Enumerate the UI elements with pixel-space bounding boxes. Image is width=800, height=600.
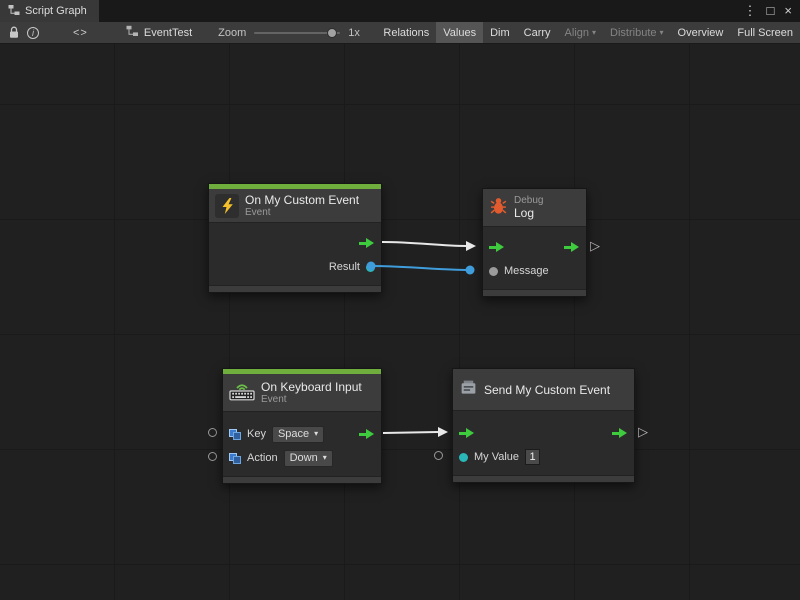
window-tab-bar: Script Graph ⋮ □ ×	[0, 0, 800, 22]
action-port-label: Action	[247, 452, 278, 464]
info-icon[interactable]: i	[23, 27, 43, 39]
graph-breadcrumb-icon	[126, 25, 139, 40]
node-title: Send My Custom Event	[484, 383, 610, 397]
code-view-icon[interactable]: <>	[69, 27, 92, 39]
key-dropdown[interactable]: Space ▾	[272, 426, 324, 443]
node-footer	[209, 285, 381, 292]
align-button[interactable]: Align ▾	[558, 22, 603, 43]
lock-icon[interactable]	[5, 26, 23, 39]
my-value-input[interactable]	[525, 449, 540, 465]
zoom-slider-knob[interactable]	[327, 28, 337, 38]
message-value-port[interactable]	[489, 267, 498, 276]
node-header[interactable]: On Keyboard Input Event	[223, 374, 381, 412]
toolbar-buttons: Relations Values Dim Carry Align ▾ Distr…	[376, 22, 800, 43]
my-value-external-port[interactable]	[434, 451, 443, 460]
node-subtitle: Event	[245, 207, 359, 218]
node-footer	[453, 475, 634, 482]
close-icon[interactable]: ×	[784, 0, 792, 22]
window-controls: ⋮ □ ×	[744, 0, 800, 22]
keyboard-icon	[229, 380, 255, 406]
flow-output-port[interactable]	[359, 429, 375, 440]
node-send-my-custom-event[interactable]: Send My Custom Event My Value	[452, 368, 635, 483]
tab-script-graph[interactable]: Script Graph	[0, 0, 99, 22]
flow-input-port[interactable]	[489, 242, 505, 253]
zoom-control: Zoom 1x	[218, 27, 360, 39]
key-port-label: Key	[247, 428, 266, 440]
script-graph-tab-icon	[8, 4, 20, 19]
flow-continue-triangle[interactable]: ▷	[590, 238, 600, 254]
zoom-slider[interactable]	[254, 32, 340, 34]
flow-output-port[interactable]	[612, 428, 628, 439]
chevron-down-icon: ▾	[592, 29, 596, 37]
result-row: Result	[209, 255, 381, 279]
flow-continue-triangle[interactable]: ▷	[638, 424, 648, 440]
bug-icon	[489, 196, 508, 220]
dim-button[interactable]: Dim	[483, 22, 517, 43]
overview-button[interactable]: Overview	[671, 22, 731, 43]
chevron-down-icon: ▾	[323, 454, 327, 462]
flow-output-row	[209, 231, 381, 255]
node-on-my-custom-event[interactable]: On My Custom Event Event Result	[208, 183, 382, 293]
node-on-keyboard-input[interactable]: On Keyboard Input Event Key Space ▾ Acti…	[222, 368, 382, 484]
flow-input-port[interactable]	[459, 428, 475, 439]
node-subtitle: Event	[261, 394, 362, 405]
fullscreen-button[interactable]: Full Screen	[730, 22, 800, 43]
zoom-value: 1x	[348, 27, 360, 39]
chevron-down-icon: ▾	[660, 29, 664, 37]
carry-button[interactable]: Carry	[517, 22, 558, 43]
node-header[interactable]: On My Custom Event Event	[209, 189, 381, 223]
graph-breadcrumb[interactable]: EventTest	[126, 25, 192, 40]
action-external-port[interactable]	[208, 452, 217, 461]
node-class-label: Debug	[514, 195, 543, 206]
graph-toolbar: i <> EventTest Zoom 1x Relations Values …	[0, 22, 800, 44]
node-title: On My Custom Event	[245, 193, 359, 207]
result-port-label: Result	[329, 261, 360, 273]
enum-type-icon	[229, 428, 241, 440]
tab-title: Script Graph	[25, 5, 87, 17]
flow-row	[453, 421, 634, 445]
node-header[interactable]: Send My Custom Event	[453, 369, 634, 411]
node-footer	[483, 289, 586, 296]
node-footer	[223, 476, 381, 483]
chevron-down-icon: ▾	[314, 430, 318, 438]
graph-name: EventTest	[144, 27, 192, 39]
message-port-label: Message	[504, 265, 549, 277]
distribute-button[interactable]: Distribute ▾	[603, 22, 670, 43]
relations-button[interactable]: Relations	[376, 22, 436, 43]
action-dropdown[interactable]: Down ▾	[284, 450, 333, 467]
graph-canvas[interactable]	[0, 44, 800, 600]
my-value-row: My Value	[453, 445, 634, 469]
node-debug-log[interactable]: Debug Log Message	[482, 188, 587, 297]
custom-event-icon	[459, 378, 478, 402]
values-button[interactable]: Values	[436, 22, 483, 43]
flow-output-port[interactable]	[359, 238, 375, 249]
action-row: Action Down ▾	[223, 446, 381, 470]
flow-row	[483, 235, 586, 259]
node-header[interactable]: Debug Log	[483, 189, 586, 227]
key-external-port[interactable]	[208, 428, 217, 437]
menu-kebab-icon[interactable]: ⋮	[744, 0, 757, 22]
node-title: Log	[514, 206, 543, 220]
zoom-label: Zoom	[218, 27, 246, 39]
result-value-port[interactable]	[366, 263, 375, 272]
enum-type-icon	[229, 452, 241, 464]
my-value-port[interactable]	[459, 453, 468, 462]
flow-output-port[interactable]	[564, 242, 580, 253]
my-value-port-label: My Value	[474, 451, 519, 463]
message-row: Message	[483, 259, 586, 283]
key-row: Key Space ▾	[223, 422, 381, 446]
node-title: On Keyboard Input	[261, 380, 362, 394]
maximize-icon[interactable]: □	[767, 0, 775, 22]
lightning-icon	[215, 194, 239, 218]
